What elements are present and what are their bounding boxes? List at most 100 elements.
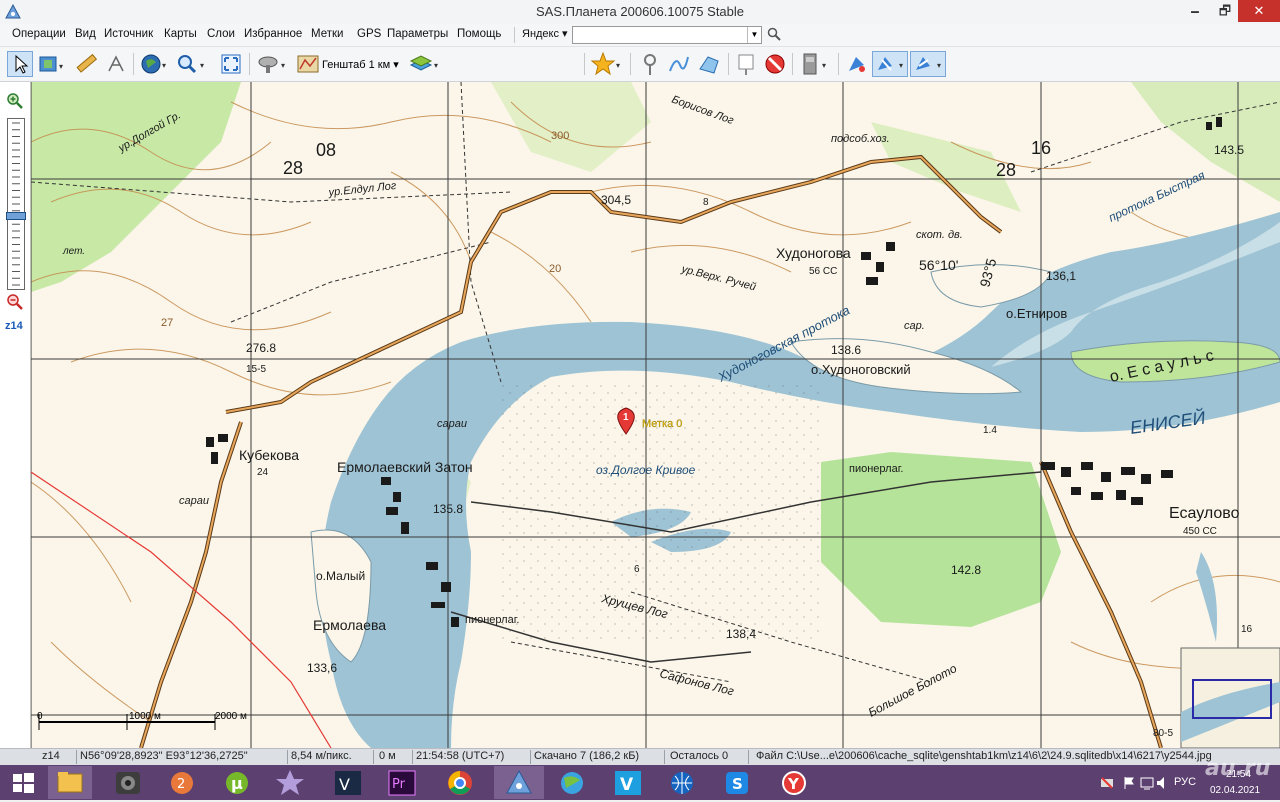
label-podsob-hoz: подсоб.хоз. — [831, 133, 890, 145]
label-num-6: 6 — [634, 564, 640, 575]
svg-text:▾: ▾ — [822, 61, 826, 70]
taskbar-flower-app[interactable] — [268, 766, 312, 799]
label-ermolaevsky-zaton: Ермолаевский Затон — [337, 459, 473, 475]
globe-button[interactable]: ▾ — [138, 51, 170, 77]
language-indicator[interactable]: РУС — [1174, 776, 1196, 788]
label-kubekova-pop: 24 — [257, 467, 269, 478]
zoom-out-button[interactable] — [6, 293, 24, 311]
label-pionerlag-2: пионерлаг. — [465, 614, 519, 626]
gps-track-button[interactable]: ▾ — [872, 51, 908, 77]
label-num-20: 20 — [549, 263, 561, 275]
taskbar-explorer[interactable] — [48, 766, 92, 799]
grid-label-lat: 56°10' — [919, 257, 958, 273]
select-area-button[interactable]: ▾ — [37, 51, 67, 77]
menu-layers[interactable]: Слои — [207, 28, 235, 40]
label-sarai-3: сар. — [904, 320, 925, 332]
gps-connect-button[interactable] — [844, 51, 870, 77]
elev-1435: 143.5 — [1214, 143, 1244, 157]
clock-date[interactable]: 02.04.2021 — [1210, 785, 1260, 796]
minimap[interactable] — [1180, 647, 1280, 748]
network-status-icon[interactable] — [1140, 776, 1154, 793]
label-flow-speed: 1.4 — [983, 425, 997, 436]
taskbar-sas-planet[interactable] — [494, 766, 544, 799]
zoom-in-button[interactable] — [6, 92, 24, 110]
taskbar-vegas[interactable]: V — [326, 766, 370, 799]
svg-text:V: V — [339, 775, 350, 794]
zoom-level-label: z14 — [5, 320, 23, 332]
svg-text:▾: ▾ — [616, 61, 620, 70]
favorites-button[interactable]: ▾ — [590, 51, 624, 77]
taskbar-map-app[interactable]: 2 — [160, 766, 204, 799]
polyline-button[interactable] — [103, 51, 129, 77]
taskbar-yandex-browser[interactable]: Y — [772, 766, 816, 799]
separator — [630, 53, 631, 75]
gps-center-button[interactable]: ▾ — [910, 51, 946, 77]
network-icon[interactable] — [1100, 776, 1114, 793]
zoom-button[interactable]: ▾ — [174, 51, 210, 77]
menu-marks[interactable]: Метки — [311, 28, 343, 40]
add-polygon-button[interactable] — [696, 51, 722, 77]
menu-maps[interactable]: Карты — [164, 28, 197, 40]
menu-operations[interactable]: Операции — [12, 28, 66, 40]
satellite-dish-button[interactable]: ▾ — [254, 51, 292, 77]
placemarks-list-button[interactable] — [734, 51, 760, 77]
label-khudonogova-pop: 56 СС — [809, 266, 837, 277]
menu-view[interactable]: Вид — [75, 28, 96, 40]
menu-favorites[interactable]: Избранное — [244, 28, 302, 40]
separator — [514, 27, 515, 43]
zoom-slider[interactable] — [6, 118, 26, 290]
close-button[interactable]: ✕ — [1238, 0, 1280, 22]
add-path-button[interactable] — [666, 51, 692, 77]
search-icon[interactable] — [767, 27, 781, 41]
fullscreen-button[interactable] — [218, 51, 244, 77]
label-num-16: 16 — [1241, 624, 1253, 635]
menu-gps[interactable]: GPS — [357, 28, 381, 40]
taskbar-globe-app[interactable] — [550, 766, 594, 799]
layers-button[interactable]: ▾ — [408, 51, 442, 77]
ruler-button[interactable] — [73, 51, 99, 77]
minimize-button[interactable]: 🗕 — [1180, 0, 1210, 22]
elev-3045: 304,5 — [601, 193, 631, 207]
svg-text:μ: μ — [231, 774, 243, 793]
taskbar-utorrent[interactable]: μ — [215, 766, 259, 799]
label-khudonogova: Худоногова — [776, 245, 851, 261]
menu-help[interactable]: Помощь — [457, 28, 501, 40]
svg-text:Pr: Pr — [392, 777, 406, 792]
map-layer-select[interactable]: Генштаб 1 км ▾ — [322, 58, 399, 71]
zoom-slider-thumb[interactable] — [6, 211, 26, 220]
taskbar-audio-app[interactable] — [106, 766, 150, 799]
svg-text:▾: ▾ — [937, 61, 941, 70]
start-button[interactable] — [0, 766, 46, 799]
volume-icon[interactable] — [1156, 776, 1170, 793]
label-esaulovo-pop: 450 СС — [1183, 526, 1217, 537]
search-engine-select[interactable]: Яндекс ▾ — [522, 27, 570, 43]
chevron-down-icon[interactable]: ▼ — [747, 27, 761, 43]
taskbar-v-app[interactable]: V — [606, 766, 650, 799]
elev-1384: 138,4 — [726, 627, 756, 641]
label-o-maly: о.Малый — [316, 569, 365, 583]
taskbar-chrome[interactable] — [438, 766, 482, 799]
map-layer-icon[interactable] — [295, 51, 321, 77]
label-oz-dolgoe-krivoe: оз.Долгое Кривое — [596, 463, 696, 477]
hide-placemarks-button[interactable] — [762, 51, 788, 77]
menu-source[interactable]: Источник — [104, 28, 153, 40]
maximize-button[interactable]: 🗗 — [1210, 0, 1240, 22]
add-placemark-button[interactable] — [638, 51, 662, 77]
separator — [133, 53, 134, 75]
taskbar-skype-app[interactable]: S — [716, 766, 760, 799]
scale-label-2000: 2000 м — [215, 711, 247, 722]
grid-label-16: 16 — [1031, 138, 1051, 158]
menu-settings[interactable]: Параметры — [387, 28, 448, 40]
scale-label-0: 0 — [37, 711, 43, 722]
taskbar-premiere[interactable]: Pr — [380, 766, 424, 799]
elev-1336: 133,6 — [307, 661, 337, 675]
elev-1386: 138.6 — [831, 343, 861, 357]
taskbar-network-app[interactable] — [660, 766, 704, 799]
map-view[interactable]: Худоногова 56 СС Кубекова 24 Ермолаевски… — [31, 82, 1280, 748]
search-input[interactable]: ▼ — [572, 26, 762, 44]
label-road-80-5: 80-5 — [1153, 728, 1173, 739]
pointer-tool-button[interactable] — [7, 51, 33, 77]
watermark: au.ru — [1205, 756, 1271, 781]
gps-button[interactable]: ▾ — [798, 51, 832, 77]
flag-icon[interactable] — [1122, 776, 1136, 793]
